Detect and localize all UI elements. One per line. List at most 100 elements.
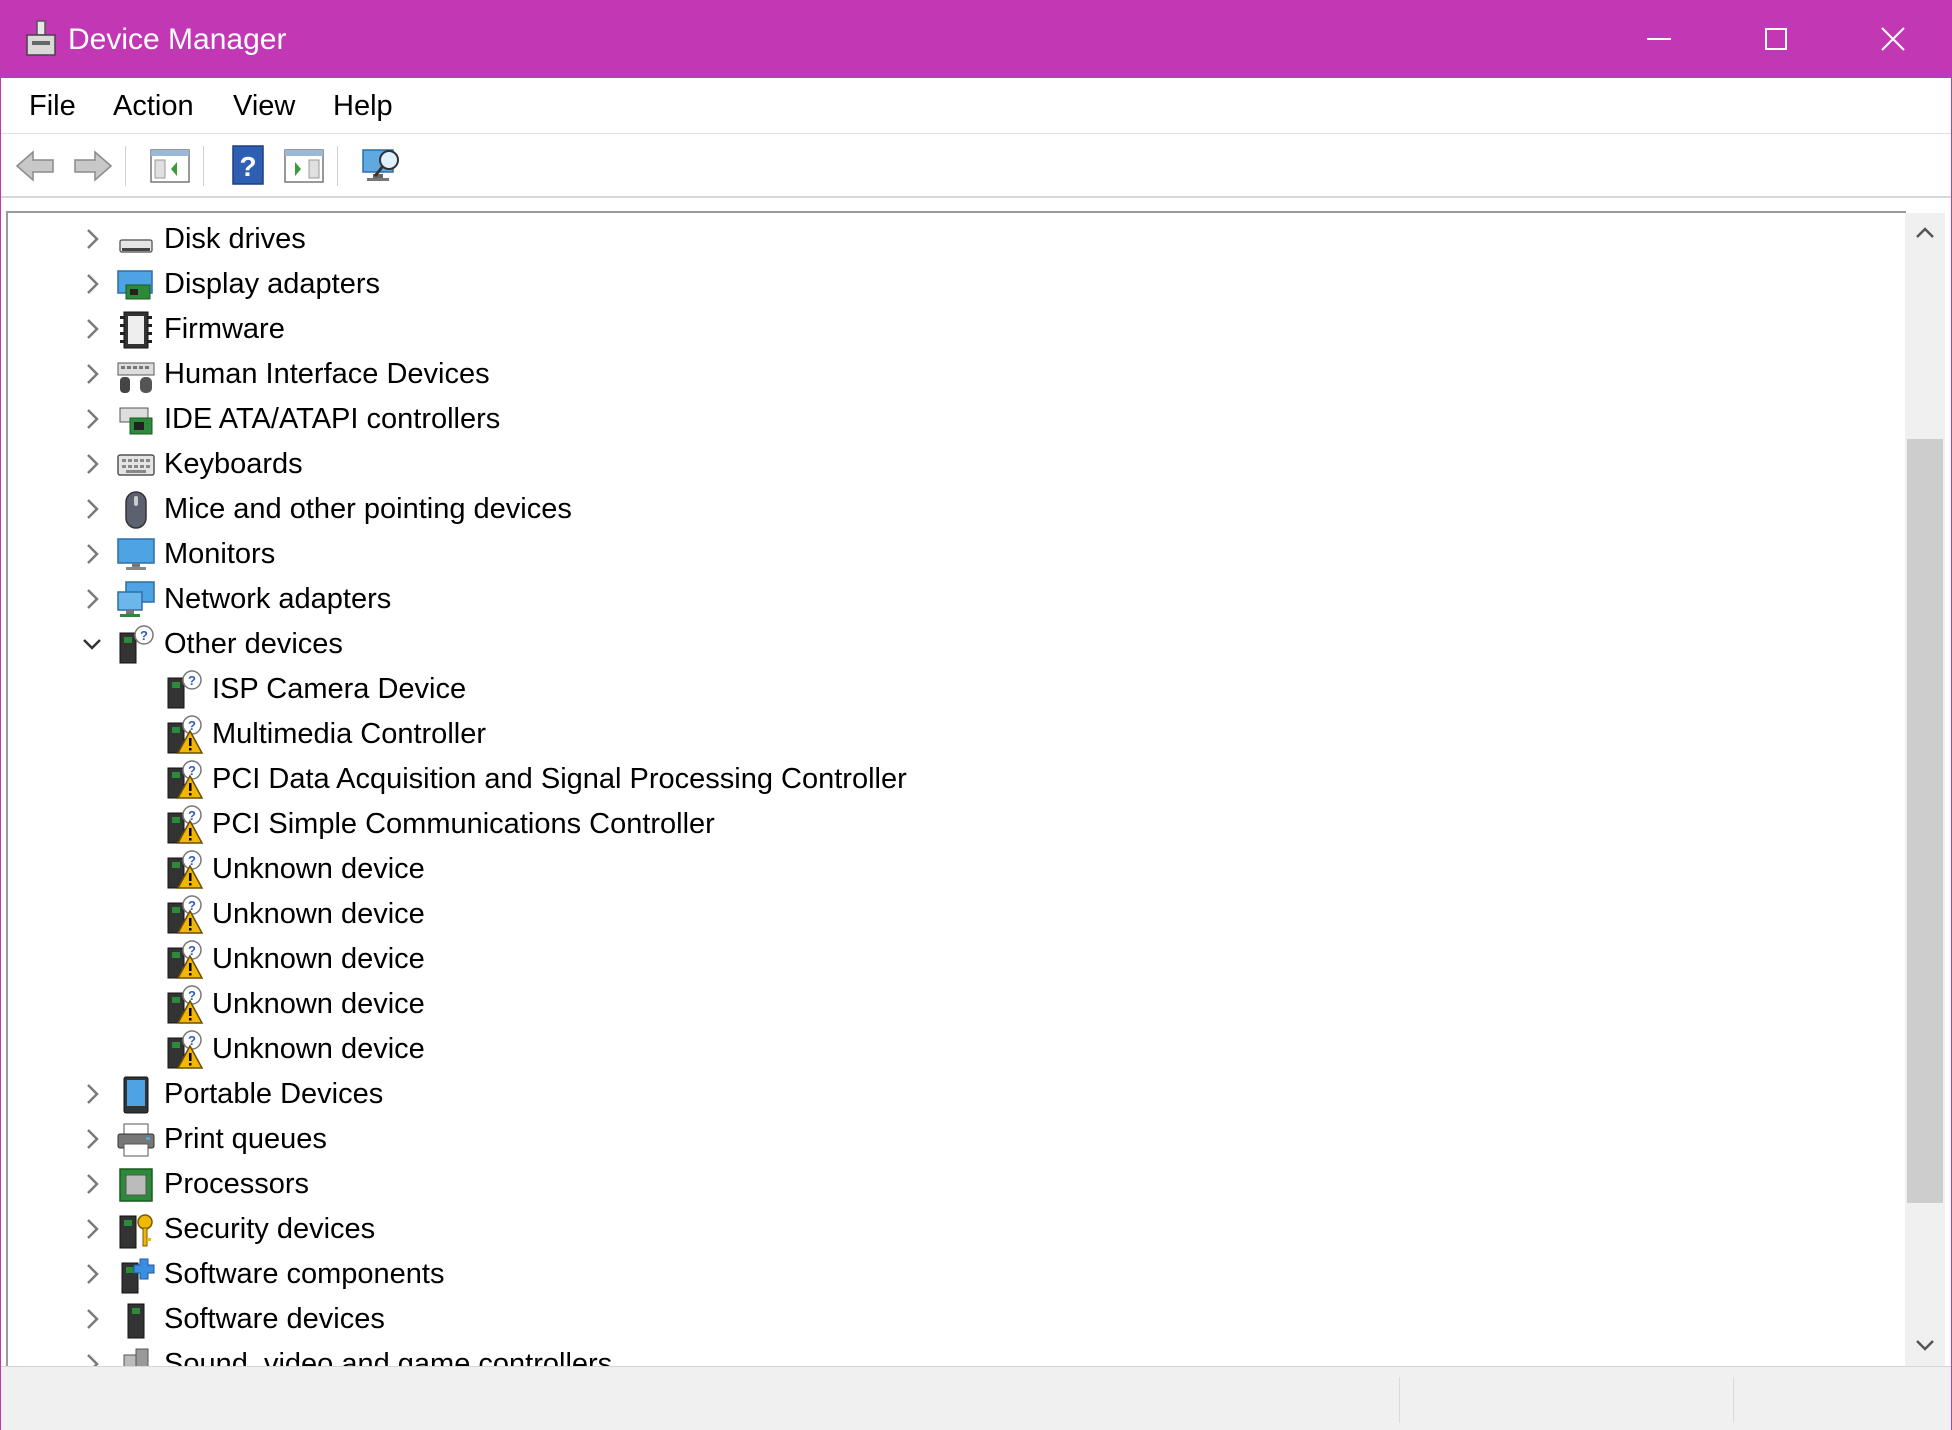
- tree-category-row[interactable]: Monitors: [8, 532, 1898, 577]
- back-button[interactable]: [13, 144, 59, 188]
- expand-chevron-icon: [87, 229, 99, 249]
- menu-view[interactable]: View: [233, 88, 295, 124]
- collapse-chevron-icon: [83, 639, 101, 650]
- tree-category-row[interactable]: Firmware: [8, 307, 1898, 352]
- unknown-device-warning-icon: ?: [164, 895, 204, 935]
- display-adapter-icon: [116, 265, 156, 305]
- show-hide-action-pane-icon: [284, 149, 324, 183]
- expand-chevron-icon: [87, 499, 99, 519]
- expand-chevron-icon: [87, 319, 99, 339]
- expand-toggle[interactable]: [78, 1305, 106, 1333]
- expand-toggle[interactable]: [78, 450, 106, 478]
- toolbar-separator: [203, 146, 204, 186]
- scroll-up-arrow-icon[interactable]: [1913, 221, 1937, 245]
- expand-toggle[interactable]: [78, 1080, 106, 1108]
- tree-category-row[interactable]: Print queues: [8, 1117, 1898, 1162]
- tree-device-row[interactable]: ? Unknown device: [8, 892, 1898, 937]
- firmware-icon: [116, 310, 156, 350]
- menu-file[interactable]: File: [29, 88, 76, 124]
- tree-category-row[interactable]: Software devices: [8, 1297, 1898, 1342]
- tree-category-row[interactable]: Keyboards: [8, 442, 1898, 487]
- expand-toggle[interactable]: [78, 1170, 106, 1198]
- expand-chevron-icon: [87, 1174, 99, 1194]
- tree-device-row[interactable]: ? Unknown device: [8, 982, 1898, 1027]
- tree-device-label: ISP Camera Device: [212, 673, 467, 705]
- expand-toggle[interactable]: [78, 1215, 106, 1243]
- menu-action[interactable]: Action: [113, 88, 194, 124]
- vertical-scrollbar[interactable]: [1905, 213, 1945, 1366]
- tree-category-row[interactable]: Human Interface Devices: [8, 352, 1898, 397]
- unknown-device-warning-icon: ?: [164, 940, 204, 980]
- unknown-device-warning-icon: ?: [164, 805, 204, 845]
- tree-device-row[interactable]: ? ISP Camera Device: [8, 667, 1898, 712]
- menu-help[interactable]: Help: [333, 88, 393, 124]
- tree-device-row[interactable]: ? PCI Data Acquisition and Signal Process…: [8, 757, 1898, 802]
- tree-category-row[interactable]: Portable Devices: [8, 1072, 1898, 1117]
- tree-category-label: Human Interface Devices: [164, 358, 490, 390]
- close-icon: [1881, 27, 1905, 51]
- tree-device-row[interactable]: ? Unknown device: [8, 937, 1898, 982]
- tree-device-row[interactable]: ? Multimedia Controller: [8, 712, 1898, 757]
- expand-toggle[interactable]: [78, 315, 106, 343]
- show-hide-action-pane-button[interactable]: [281, 144, 327, 188]
- tree-category-label: Sound, video and game controllers: [164, 1348, 613, 1368]
- show-hide-console-tree-button[interactable]: [147, 144, 193, 188]
- tree-category-row[interactable]: Display adapters: [8, 262, 1898, 307]
- scroll-down-arrow-icon[interactable]: [1913, 1333, 1937, 1357]
- expand-chevron-icon: [87, 364, 99, 384]
- tree-category-row[interactable]: Processors: [8, 1162, 1898, 1207]
- unknown-device-warning-icon: ?: [164, 715, 204, 755]
- toolbar-separator: [125, 146, 126, 186]
- device-tree[interactable]: Disk drives Display adapters Firmware Human…: [6, 211, 1906, 1368]
- tree-category-label: Keyboards: [164, 448, 303, 480]
- tree-category-label: Other devices: [164, 628, 343, 660]
- tree-device-label: Unknown device: [212, 988, 425, 1020]
- tree-category-row[interactable]: Disk drives: [8, 217, 1898, 262]
- sound-icon: [116, 1345, 156, 1368]
- forward-arrow-icon: [74, 150, 113, 182]
- other-devices-icon: ?: [116, 625, 156, 665]
- status-bar: [1, 1366, 1951, 1430]
- tree-category-row[interactable]: Software components: [8, 1252, 1898, 1297]
- tree-device-label: PCI Simple Communications Controller: [212, 808, 715, 840]
- expand-chevron-icon: [87, 1084, 99, 1104]
- expand-toggle[interactable]: [78, 585, 106, 613]
- svg-text:?: ?: [188, 898, 196, 913]
- tree-device-row[interactable]: ? PCI Simple Communications Controller: [8, 802, 1898, 847]
- expand-toggle[interactable]: [78, 405, 106, 433]
- expand-toggle[interactable]: [78, 270, 106, 298]
- expand-toggle[interactable]: [78, 540, 106, 568]
- tree-category-row[interactable]: Security devices: [8, 1207, 1898, 1252]
- help-button[interactable]: ?: [225, 144, 271, 188]
- tree-category-row[interactable]: IDE ATA/ATAPI controllers: [8, 397, 1898, 442]
- printer-icon: [116, 1120, 156, 1160]
- tree-category-row[interactable]: Mice and other pointing devices: [8, 487, 1898, 532]
- expand-toggle[interactable]: [78, 1125, 106, 1153]
- expand-toggle[interactable]: [78, 1260, 106, 1288]
- expand-toggle[interactable]: [78, 495, 106, 523]
- svg-text:?: ?: [188, 853, 196, 868]
- title-bar[interactable]: Device Manager: [1, 1, 1951, 78]
- expand-chevron-icon: [87, 1219, 99, 1239]
- tree-device-row[interactable]: ? Unknown device: [8, 1027, 1898, 1072]
- tree-device-row[interactable]: ? Unknown device: [8, 847, 1898, 892]
- scan-hardware-button[interactable]: [359, 144, 405, 188]
- tree-device-label: Multimedia Controller: [212, 718, 486, 750]
- tree-category-row[interactable]: Sound, video and game controllers: [8, 1342, 1898, 1368]
- collapse-toggle[interactable]: [78, 630, 106, 658]
- tree-category-row[interactable]: ? Other devices: [8, 622, 1898, 667]
- svg-text:?: ?: [188, 943, 196, 958]
- expand-toggle[interactable]: [78, 360, 106, 388]
- maximize-button[interactable]: [1718, 1, 1834, 78]
- network-adapter-icon: [116, 580, 156, 620]
- back-arrow-icon: [15, 150, 54, 182]
- expand-chevron-icon: [87, 274, 99, 294]
- software-device-icon: [116, 1300, 156, 1340]
- scrollbar-thumb[interactable]: [1907, 439, 1943, 1203]
- tree-device-label: Unknown device: [212, 943, 425, 975]
- close-button[interactable]: [1835, 1, 1951, 78]
- expand-toggle[interactable]: [78, 225, 106, 253]
- forward-button[interactable]: [69, 144, 115, 188]
- minimize-button[interactable]: [1601, 1, 1717, 78]
- tree-category-row[interactable]: Network adapters: [8, 577, 1898, 622]
